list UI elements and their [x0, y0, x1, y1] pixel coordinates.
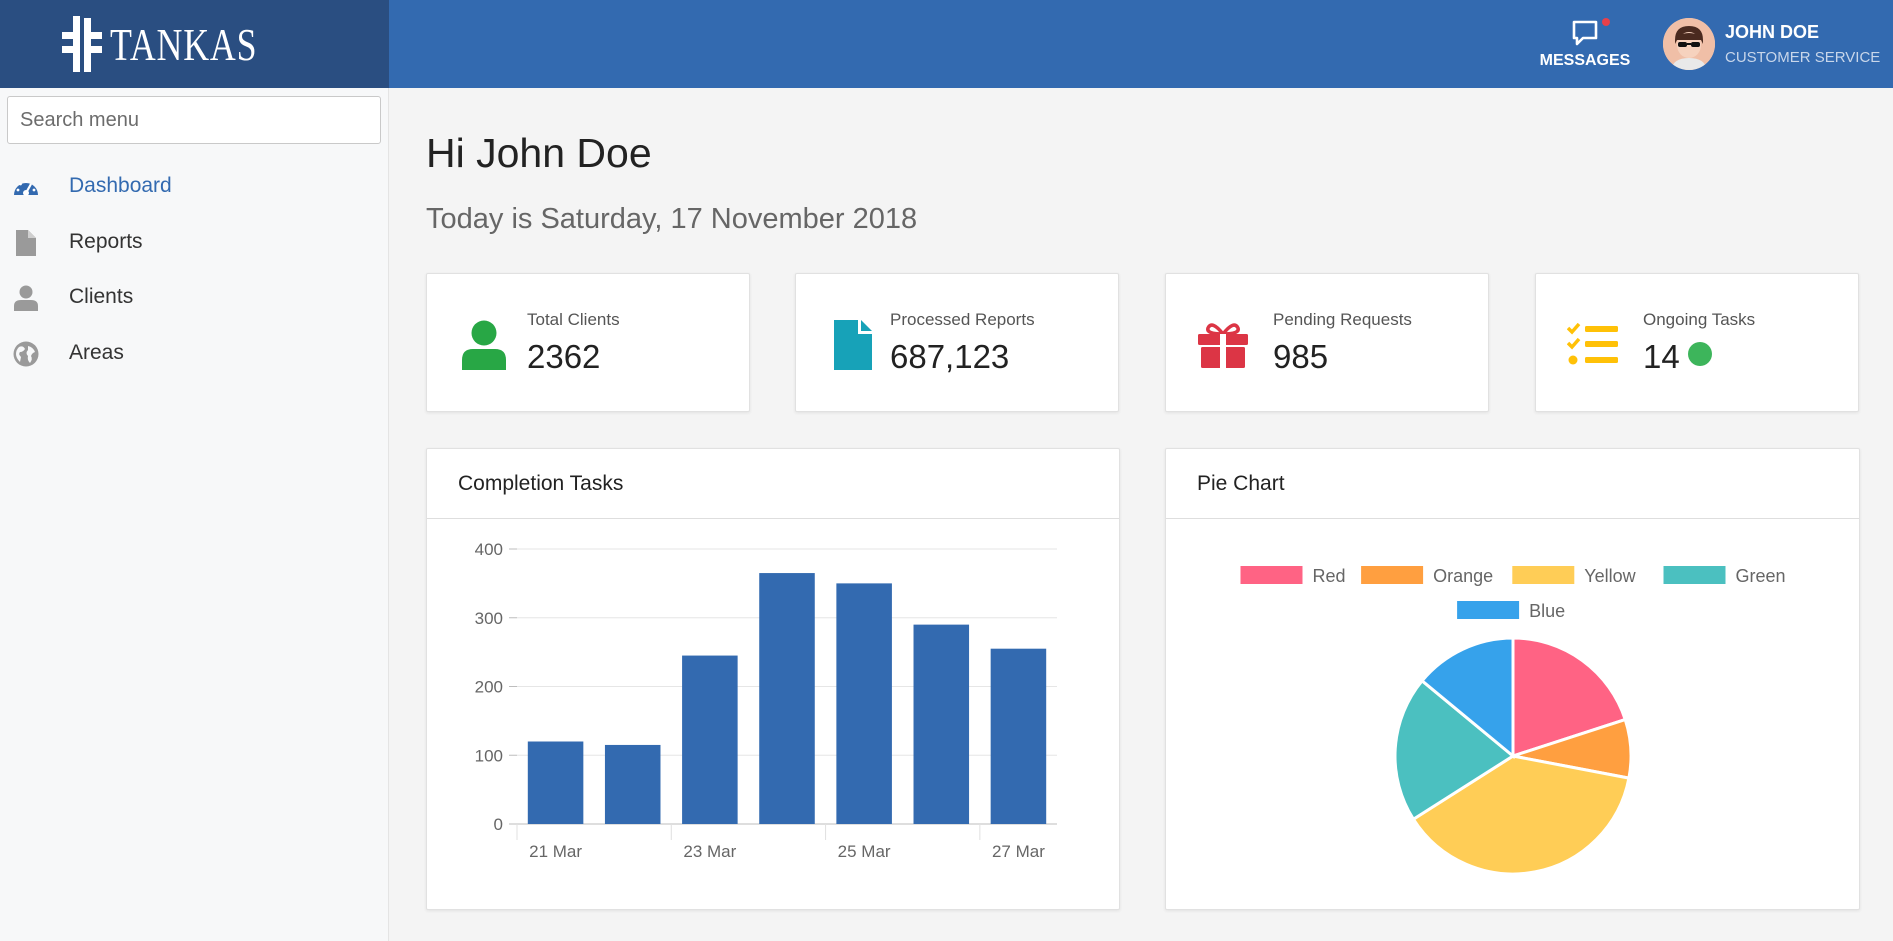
stat-value: 985 — [1273, 338, 1329, 375]
sidebar-item-clients[interactable]: Clients — [0, 273, 389, 321]
user-icon — [12, 284, 40, 312]
user-role: CUSTOMER SERVICE — [1725, 49, 1881, 66]
legend-swatch — [1361, 566, 1424, 584]
legend-swatch — [1457, 601, 1520, 619]
bar — [682, 655, 738, 824]
gift-icon — [1194, 316, 1252, 374]
messages-button[interactable]: MESSAGES — [1530, 12, 1640, 76]
bar — [913, 624, 970, 824]
y-tick-label: 200 — [475, 678, 503, 697]
legend-swatch — [1512, 566, 1575, 584]
bar — [604, 744, 661, 824]
x-tick-label: 23 Mar — [683, 842, 736, 861]
sidebar-item-dashboard[interactable]: Dashboard — [0, 162, 389, 210]
legend-label: Orange — [1433, 566, 1493, 586]
sidebar: Dashboard Reports Clients Areas — [0, 88, 389, 941]
sidebar-item-label: Clients — [69, 285, 134, 308]
panel-title: Completion Tasks — [427, 449, 1119, 519]
globe-icon — [12, 340, 40, 368]
brand-logo[interactable]: TANKAS — [0, 0, 389, 88]
bar — [836, 583, 892, 824]
bar — [990, 648, 1047, 824]
stat-card-pending-requests[interactable]: Pending Requests 985 — [1165, 273, 1489, 412]
top-bar: TANKAS MESSAGES JOHN DOE CUSTOMER SERVIC… — [0, 0, 1893, 88]
legend-label: Yellow — [1584, 566, 1636, 586]
avatar — [1663, 18, 1715, 70]
y-tick-label: 100 — [475, 746, 503, 765]
brand-name: TANKAS — [110, 18, 258, 70]
x-tick-label: 27 Mar — [992, 842, 1045, 861]
stat-value: 2362 — [527, 338, 601, 375]
messages-label: MESSAGES — [1539, 52, 1631, 69]
user-icon — [455, 316, 513, 374]
bar — [759, 573, 815, 824]
stat-card-processed-reports[interactable]: Processed Reports 687,123 — [795, 273, 1119, 412]
tasks-icon — [1564, 316, 1622, 374]
stat-value: 14 — [1643, 338, 1680, 375]
bar — [527, 741, 584, 824]
search-menu-input[interactable] — [7, 96, 381, 144]
unread-dot — [1602, 18, 1610, 26]
sidebar-item-label: Dashboard — [69, 174, 172, 197]
stat-label: Total Clients — [527, 310, 620, 329]
file-icon — [824, 316, 882, 374]
x-tick-label: 21 Mar — [529, 842, 582, 861]
stat-card-ongoing-tasks[interactable]: Ongoing Tasks 14 — [1535, 273, 1859, 412]
y-tick-label: 0 — [494, 815, 503, 834]
stat-value: 687,123 — [890, 338, 1010, 375]
status-dot — [1687, 342, 1712, 366]
user-profile[interactable]: JOHN DOE CUSTOMER SERVICE — [1663, 18, 1880, 70]
legend-swatch — [1663, 566, 1726, 584]
legend-swatch — [1240, 566, 1303, 584]
legend-label: Green — [1736, 566, 1786, 586]
legend-label: Blue — [1529, 601, 1565, 621]
tankas-logo-icon — [62, 16, 103, 72]
date-subtitle: Today is Saturday, 17 November 2018 — [426, 203, 918, 235]
stat-value-wrap: 14 — [1643, 338, 1712, 376]
sidebar-item-areas[interactable]: Areas — [0, 329, 389, 377]
completion-tasks-panel: Completion Tasks 0 100 200 300 400 21 Mar 23 M… — [426, 448, 1120, 910]
y-tick-label: 400 — [475, 540, 503, 559]
tachometer-icon — [12, 173, 40, 201]
bar-chart: 0 100 200 300 400 21 Mar 23 Mar 25 Mar 27 Mar — [475, 540, 1057, 861]
pie-chart-panel: Pie Chart Red Orange Yellow Green Blue — [1165, 448, 1860, 910]
page-title: Hi John Doe — [426, 130, 652, 176]
stat-label: Ongoing Tasks — [1643, 310, 1756, 329]
stat-label: Pending Requests — [1273, 310, 1412, 329]
stat-label: Processed Reports — [890, 310, 1035, 329]
sidebar-item-reports[interactable]: Reports — [0, 218, 389, 266]
sidebar-item-label: Reports — [69, 230, 143, 253]
panel-title: Pie Chart — [1166, 449, 1859, 519]
legend-label: Red — [1313, 566, 1346, 586]
stat-card-total-clients[interactable]: Total Clients 2362 — [426, 273, 750, 412]
y-tick-label: 300 — [475, 609, 503, 628]
pie-chart: Red Orange Yellow Green Blue — [1240, 566, 1786, 876]
user-name: JOHN DOE — [1725, 22, 1820, 42]
file-icon — [12, 229, 40, 257]
sidebar-item-label: Areas — [69, 341, 124, 364]
x-tick-label: 25 Mar — [838, 842, 891, 861]
chat-bubble-icon — [1572, 20, 1598, 46]
